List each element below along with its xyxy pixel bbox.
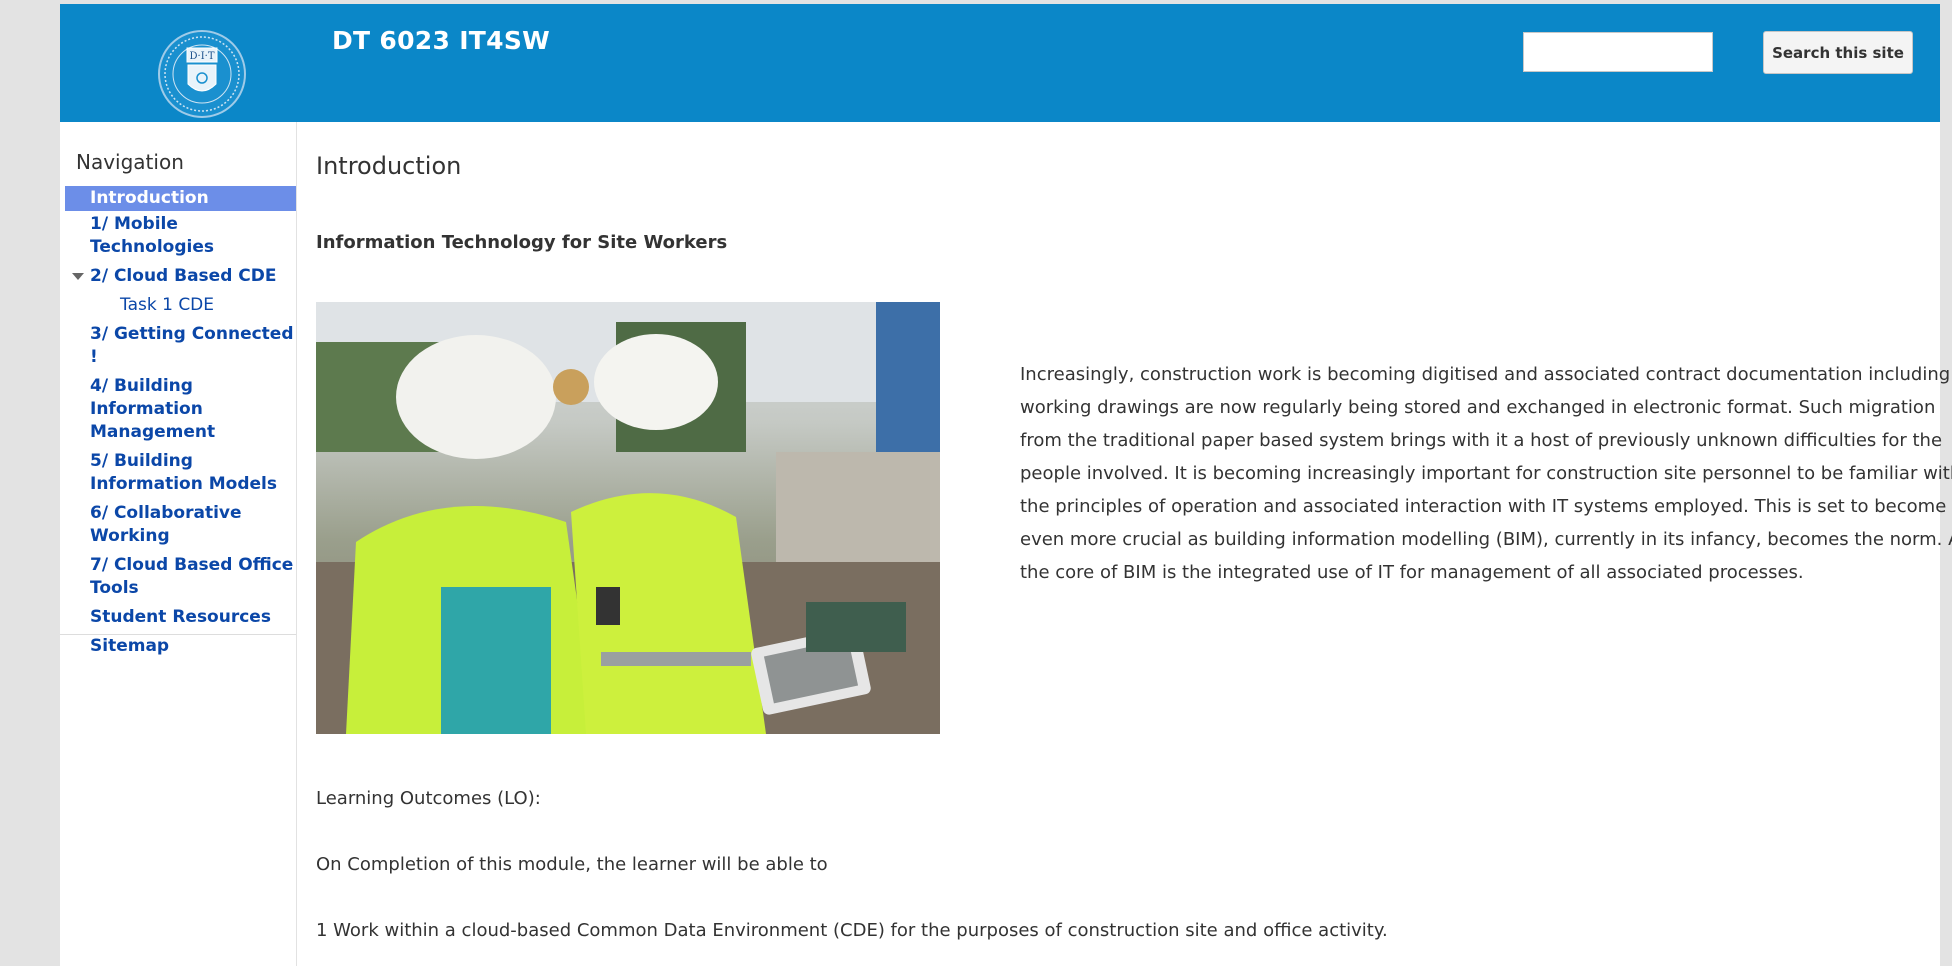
dit-logo[interactable]: D·I·T xyxy=(158,30,246,118)
navigation-heading: Navigation xyxy=(76,150,184,174)
learning-outcomes-label: Learning Outcomes (LO): xyxy=(316,788,541,809)
search-button[interactable]: Search this site xyxy=(1763,31,1913,74)
site-workers-photo xyxy=(316,302,940,734)
intro-paragraph: Increasingly, construction work is becom… xyxy=(1020,364,1952,583)
sidebar-navigation: Navigation Introduction 1/ Mobile Techno… xyxy=(60,122,297,966)
nav-item-building-information-models[interactable]: 5/ Building Information Models xyxy=(60,448,296,500)
page-subheading: Information Technology for Site Workers xyxy=(316,232,728,253)
completion-text: On Completion of this module, the learne… xyxy=(316,854,828,875)
main-content: Introduction Information Technology for … xyxy=(316,122,1952,966)
site-title[interactable]: DT 6023 IT4SW xyxy=(332,26,550,55)
site-header: D·I·T DT 6023 IT4SW Search this site xyxy=(60,4,1940,122)
nav-item-sitemap[interactable]: Sitemap xyxy=(60,633,296,662)
nav-item-cloud-based-cde[interactable]: 2/ Cloud Based CDE xyxy=(60,263,296,292)
nav-item-cloud-based-office-tools[interactable]: 7/ Cloud Based Office Tools xyxy=(60,552,296,604)
logo-text: D·I·T xyxy=(190,51,215,62)
nav-item-student-resources[interactable]: Student Resources xyxy=(60,604,296,633)
learning-outcome-1: 1 Work within a cloud-based Common Data … xyxy=(316,920,1388,941)
nav-group-cloud-based-cde: 2/ Cloud Based CDE xyxy=(60,263,296,292)
page-title: Introduction xyxy=(316,152,462,180)
sidebar-divider xyxy=(60,634,296,635)
construction-workers-illustration xyxy=(316,302,940,734)
nav-list: Introduction 1/ Mobile Technologies 2/ C… xyxy=(60,186,296,662)
nav-item-building-information-management[interactable]: 4/ Building Information Management xyxy=(60,373,296,448)
page: D·I·T DT 6023 IT4SW Search this site Nav… xyxy=(60,4,1952,966)
nav-item-task-1-cde[interactable]: Task 1 CDE xyxy=(60,292,296,321)
dit-crest-icon: D·I·T xyxy=(164,36,240,112)
nav-item-getting-connected[interactable]: 3/ Getting Connected ! xyxy=(60,321,296,373)
nav-item-introduction[interactable]: Introduction xyxy=(65,186,296,211)
nav-item-mobile-technologies[interactable]: 1/ Mobile Technologies xyxy=(60,211,296,263)
search-input[interactable] xyxy=(1523,32,1713,72)
nav-item-collaborative-working[interactable]: 6/ Collaborative Working xyxy=(60,500,296,552)
